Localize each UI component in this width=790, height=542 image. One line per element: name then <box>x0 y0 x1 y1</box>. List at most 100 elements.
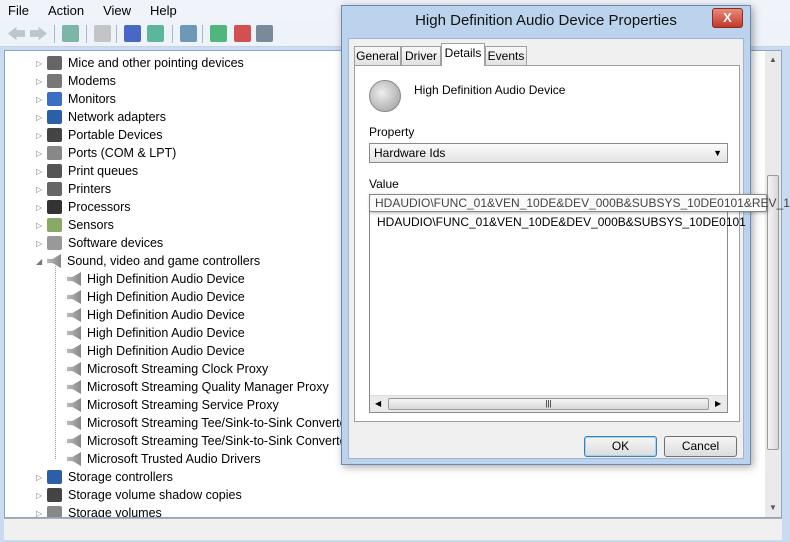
collapse-icon[interactable]: ◢ <box>36 257 42 266</box>
scroll-up-icon[interactable]: ▲ <box>769 55 777 64</box>
menu-view[interactable]: View <box>103 3 131 18</box>
tree-item-label: Microsoft Streaming Tee/Sink-to-Sink Con… <box>87 416 351 430</box>
tree-category[interactable]: Portable Devices <box>47 126 163 144</box>
software-device-icon <box>47 236 62 250</box>
expand-icon[interactable]: ▷ <box>36 77 42 86</box>
expand-icon[interactable]: ▷ <box>36 185 42 194</box>
printer-icon <box>47 182 62 196</box>
show-hide-console-tree-icon[interactable] <box>62 25 79 42</box>
value-tooltip: HDAUDIO\FUNC_01&VEN_10DE&DEV_000B&SUBSYS… <box>369 194 790 212</box>
tree-item-label: Print queues <box>68 164 139 178</box>
storage-controller-icon <box>47 470 62 484</box>
cancel-button[interactable]: Cancel <box>664 436 737 457</box>
sensor-icon <box>47 218 62 232</box>
tree-device[interactable]: High Definition Audio Device <box>67 270 245 288</box>
modem-icon <box>47 74 62 88</box>
tree-device[interactable]: High Definition Audio Device <box>67 324 245 342</box>
expand-icon[interactable]: ▷ <box>36 221 42 230</box>
tree-category[interactable]: Sound, video and game controllers <box>47 252 260 270</box>
expand-icon[interactable]: ▷ <box>36 95 42 104</box>
expand-icon[interactable]: ▷ <box>36 509 42 517</box>
tree-item-label: Mice and other pointing devices <box>68 56 244 70</box>
tree-item-label: High Definition Audio Device <box>87 308 245 322</box>
menu-action[interactable]: Action <box>48 3 84 18</box>
tree-device[interactable]: Microsoft Streaming Service Proxy <box>67 396 279 414</box>
tree-device[interactable]: High Definition Audio Device <box>67 288 245 306</box>
back-icon[interactable] <box>8 26 25 41</box>
tree-item-label: Ports (COM & LPT) <box>68 146 177 160</box>
device-name: High Definition Audio Device <box>414 83 566 97</box>
tree-device[interactable]: Microsoft Trusted Audio Drivers <box>67 450 261 468</box>
forward-icon[interactable] <box>30 26 47 41</box>
portable-device-icon <box>47 128 62 142</box>
tree-device[interactable]: Microsoft Streaming Tee/Sink-to-Sink Con… <box>67 432 351 450</box>
property-selected-value: Hardware Ids <box>374 146 446 160</box>
tree-item-label: Sound, video and game controllers <box>67 254 261 268</box>
tree-category[interactable]: Storage controllers <box>47 468 173 486</box>
menu-file[interactable]: File <box>8 3 29 18</box>
menu-help[interactable]: Help <box>150 3 177 18</box>
tree-category[interactable]: Software devices <box>47 234 163 252</box>
tree-category[interactable]: Storage volume shadow copies <box>47 486 242 504</box>
port-icon <box>47 146 62 160</box>
tab-events[interactable]: Events <box>485 46 527 65</box>
speaker-icon <box>47 254 61 268</box>
close-button[interactable]: X <box>712 8 743 28</box>
property-select[interactable]: Hardware Ids ▼ <box>369 143 728 163</box>
expand-icon[interactable]: ▷ <box>36 473 42 482</box>
expand-icon[interactable]: ▷ <box>36 203 42 212</box>
tree-category[interactable]: Ports (COM & LPT) <box>47 144 176 162</box>
properties-icon[interactable] <box>94 25 111 42</box>
list-item[interactable]: HDAUDIO\FUNC_01&VEN_10DE&DEV_000B&SUBSYS… <box>377 215 746 229</box>
tree-category[interactable]: Printers <box>47 180 111 198</box>
scroll-left-icon[interactable]: ◀ <box>375 399 381 408</box>
expand-icon[interactable]: ▷ <box>36 131 42 140</box>
tree-item-label: Portable Devices <box>68 128 163 142</box>
speaker-icon <box>67 452 81 466</box>
tree-device[interactable]: High Definition Audio Device <box>67 342 245 360</box>
tree-device[interactable]: Microsoft Streaming Tee/Sink-to-Sink Con… <box>67 414 351 432</box>
tree-device[interactable]: Microsoft Streaming Clock Proxy <box>67 360 268 378</box>
tab-driver[interactable]: Driver <box>401 46 441 65</box>
tree-scrollbar-thumb[interactable] <box>767 175 779 450</box>
scroll-right-icon[interactable]: ▶ <box>715 399 721 408</box>
tree-category[interactable]: Storage volumes <box>47 504 162 517</box>
value-list[interactable]: HDAUDIO\FUNC_01&VEN_10DE&DEV_000B&SUBSYS… <box>369 194 746 413</box>
tree-device[interactable]: Microsoft Streaming Quality Manager Prox… <box>67 378 329 396</box>
tab-details[interactable]: Details <box>441 43 485 66</box>
scan-hardware-icon[interactable] <box>180 25 197 42</box>
ok-button[interactable]: OK <box>584 436 657 457</box>
tree-category[interactable]: Mice and other pointing devices <box>47 54 244 72</box>
tree-category[interactable]: Monitors <box>47 90 116 108</box>
show-action-pane-icon[interactable] <box>147 25 164 42</box>
storage-volume-icon <box>47 506 62 517</box>
tree-item-label: Storage controllers <box>68 470 173 484</box>
update-driver-icon[interactable] <box>210 25 227 42</box>
help-icon[interactable] <box>124 25 141 42</box>
tree-connector <box>55 266 56 459</box>
expand-icon[interactable]: ▷ <box>36 239 42 248</box>
scroll-down-icon[interactable]: ▼ <box>769 503 777 512</box>
tree-category[interactable]: Network adapters <box>47 108 166 126</box>
expand-icon[interactable]: ▷ <box>36 491 42 500</box>
tree-item-label: Microsoft Trusted Audio Drivers <box>87 452 261 466</box>
tree-category[interactable]: Sensors <box>47 216 114 234</box>
expand-icon[interactable]: ▷ <box>36 59 42 68</box>
tree-item-label: High Definition Audio Device <box>87 326 245 340</box>
tree-category[interactable]: Modems <box>47 72 116 90</box>
expand-icon[interactable]: ▷ <box>36 149 42 158</box>
expand-icon[interactable]: ▷ <box>36 113 42 122</box>
disable-icon[interactable] <box>256 25 273 42</box>
speaker-icon <box>67 290 81 304</box>
tree-item-label: Microsoft Streaming Quality Manager Prox… <box>87 380 329 394</box>
uninstall-icon[interactable] <box>234 25 251 42</box>
tree-category[interactable]: Print queues <box>47 162 138 180</box>
tab-general[interactable]: General <box>354 46 401 65</box>
tree-item-label: Modems <box>68 74 116 88</box>
hscroll-thumb[interactable]: ||| <box>388 398 709 410</box>
speaker-icon <box>67 308 81 322</box>
value-list-hscrollbar[interactable]: ◀ ||| ▶ <box>370 395 727 412</box>
expand-icon[interactable]: ▷ <box>36 167 42 176</box>
tree-category[interactable]: Processors <box>47 198 131 216</box>
tree-device[interactable]: High Definition Audio Device <box>67 306 245 324</box>
